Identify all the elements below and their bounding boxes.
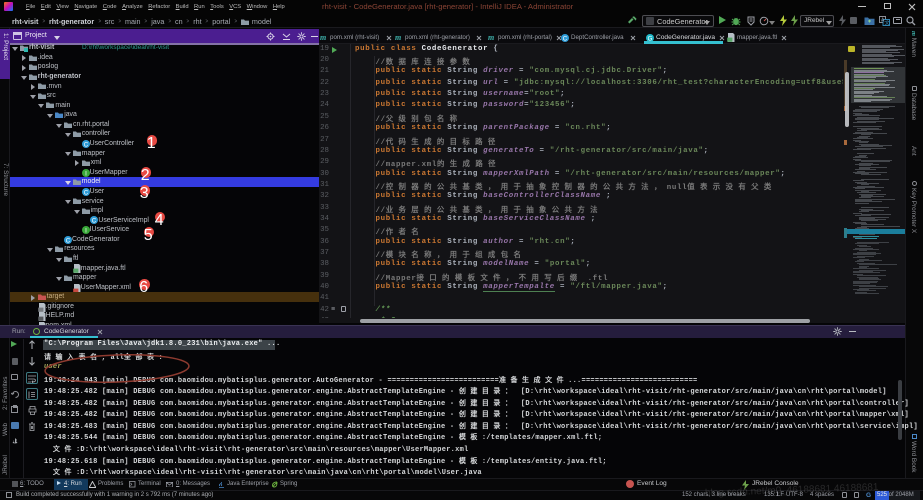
svg-text:C: C	[83, 141, 88, 148]
svg-text:C: C	[563, 35, 568, 42]
svg-text:C: C	[66, 237, 71, 244]
svg-text:I: I	[85, 227, 87, 234]
svg-text:文: 文	[885, 19, 890, 25]
svg-text:C: C	[83, 189, 88, 196]
svg-text:C: C	[92, 218, 97, 225]
svg-text:I: I	[85, 170, 87, 177]
